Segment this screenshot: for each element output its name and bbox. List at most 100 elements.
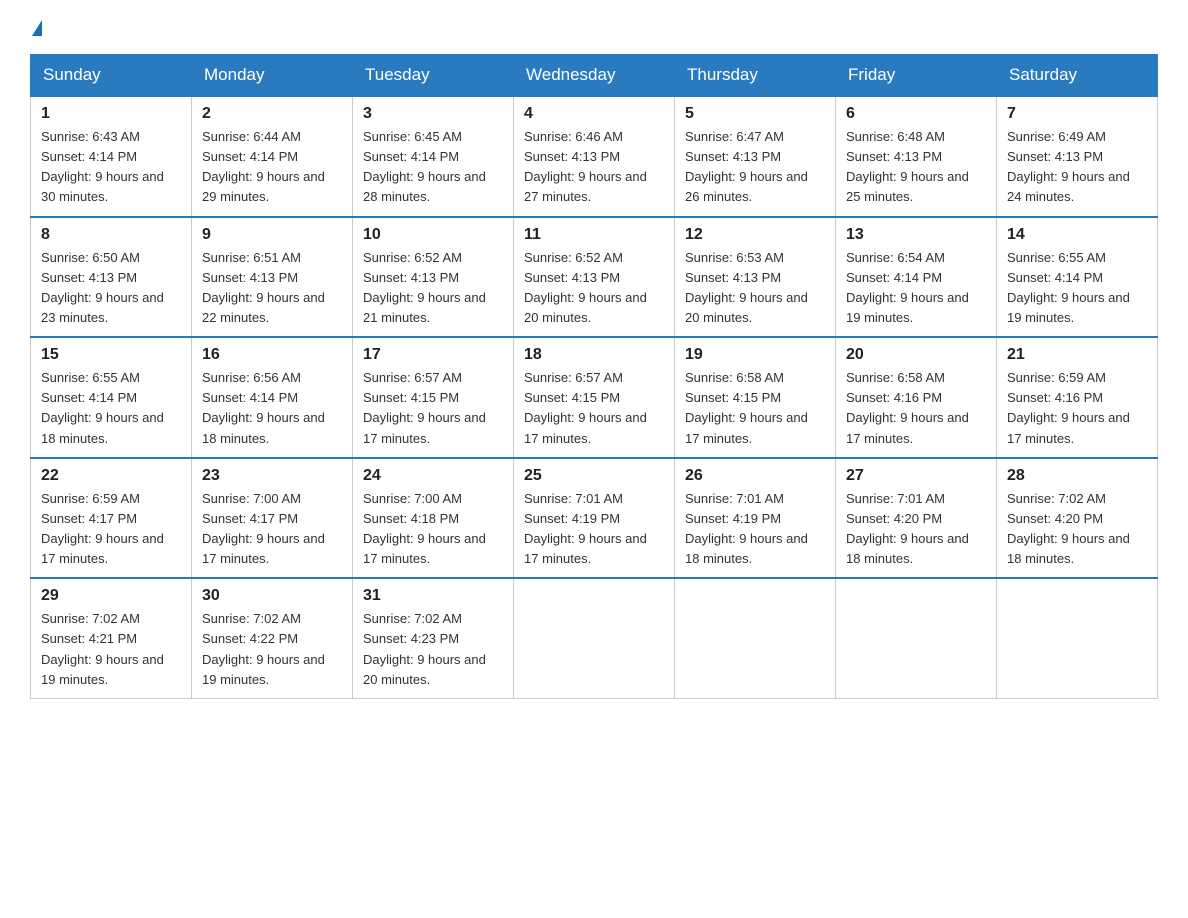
day-info: Sunrise: 7:02 AMSunset: 4:21 PMDaylight:… [41, 611, 164, 686]
day-number: 28 [1007, 467, 1147, 485]
calendar-cell: 3 Sunrise: 6:45 AMSunset: 4:14 PMDayligh… [353, 96, 514, 217]
calendar-cell [514, 578, 675, 698]
weekday-header-row: SundayMondayTuesdayWednesdayThursdayFrid… [31, 55, 1158, 97]
day-number: 4 [524, 105, 664, 123]
calendar-cell: 20 Sunrise: 6:58 AMSunset: 4:16 PMDaylig… [836, 337, 997, 458]
day-number: 18 [524, 346, 664, 364]
calendar-cell: 15 Sunrise: 6:55 AMSunset: 4:14 PMDaylig… [31, 337, 192, 458]
day-number: 15 [41, 346, 181, 364]
day-number: 31 [363, 587, 503, 605]
day-info: Sunrise: 6:43 AMSunset: 4:14 PMDaylight:… [41, 129, 164, 204]
calendar-cell: 25 Sunrise: 7:01 AMSunset: 4:19 PMDaylig… [514, 458, 675, 579]
weekday-header-tuesday: Tuesday [353, 55, 514, 97]
day-number: 20 [846, 346, 986, 364]
day-info: Sunrise: 7:00 AMSunset: 4:18 PMDaylight:… [363, 491, 486, 566]
calendar-cell: 10 Sunrise: 6:52 AMSunset: 4:13 PMDaylig… [353, 217, 514, 338]
day-info: Sunrise: 6:54 AMSunset: 4:14 PMDaylight:… [846, 250, 969, 325]
weekday-header-thursday: Thursday [675, 55, 836, 97]
calendar-cell [675, 578, 836, 698]
calendar-week-row: 8 Sunrise: 6:50 AMSunset: 4:13 PMDayligh… [31, 217, 1158, 338]
day-number: 23 [202, 467, 342, 485]
day-info: Sunrise: 6:55 AMSunset: 4:14 PMDaylight:… [41, 370, 164, 445]
calendar-cell [836, 578, 997, 698]
day-info: Sunrise: 7:01 AMSunset: 4:19 PMDaylight:… [524, 491, 647, 566]
calendar-cell: 30 Sunrise: 7:02 AMSunset: 4:22 PMDaylig… [192, 578, 353, 698]
day-info: Sunrise: 7:01 AMSunset: 4:19 PMDaylight:… [685, 491, 808, 566]
day-info: Sunrise: 6:52 AMSunset: 4:13 PMDaylight:… [363, 250, 486, 325]
weekday-header-wednesday: Wednesday [514, 55, 675, 97]
calendar-cell: 1 Sunrise: 6:43 AMSunset: 4:14 PMDayligh… [31, 96, 192, 217]
day-info: Sunrise: 7:02 AMSunset: 4:22 PMDaylight:… [202, 611, 325, 686]
weekday-header-saturday: Saturday [997, 55, 1158, 97]
day-number: 2 [202, 105, 342, 123]
day-info: Sunrise: 6:47 AMSunset: 4:13 PMDaylight:… [685, 129, 808, 204]
logo-triangle-icon [32, 20, 42, 36]
calendar-cell: 28 Sunrise: 7:02 AMSunset: 4:20 PMDaylig… [997, 458, 1158, 579]
day-number: 21 [1007, 346, 1147, 364]
day-info: Sunrise: 6:51 AMSunset: 4:13 PMDaylight:… [202, 250, 325, 325]
day-info: Sunrise: 6:44 AMSunset: 4:14 PMDaylight:… [202, 129, 325, 204]
day-number: 8 [41, 226, 181, 244]
weekday-header-sunday: Sunday [31, 55, 192, 97]
day-info: Sunrise: 6:50 AMSunset: 4:13 PMDaylight:… [41, 250, 164, 325]
calendar-cell: 14 Sunrise: 6:55 AMSunset: 4:14 PMDaylig… [997, 217, 1158, 338]
calendar-cell: 12 Sunrise: 6:53 AMSunset: 4:13 PMDaylig… [675, 217, 836, 338]
calendar-cell: 16 Sunrise: 6:56 AMSunset: 4:14 PMDaylig… [192, 337, 353, 458]
day-info: Sunrise: 7:01 AMSunset: 4:20 PMDaylight:… [846, 491, 969, 566]
day-number: 13 [846, 226, 986, 244]
day-info: Sunrise: 6:57 AMSunset: 4:15 PMDaylight:… [363, 370, 486, 445]
calendar-week-row: 22 Sunrise: 6:59 AMSunset: 4:17 PMDaylig… [31, 458, 1158, 579]
day-info: Sunrise: 6:59 AMSunset: 4:16 PMDaylight:… [1007, 370, 1130, 445]
day-info: Sunrise: 6:46 AMSunset: 4:13 PMDaylight:… [524, 129, 647, 204]
day-info: Sunrise: 6:48 AMSunset: 4:13 PMDaylight:… [846, 129, 969, 204]
day-number: 25 [524, 467, 664, 485]
day-info: Sunrise: 7:02 AMSunset: 4:20 PMDaylight:… [1007, 491, 1130, 566]
day-info: Sunrise: 6:56 AMSunset: 4:14 PMDaylight:… [202, 370, 325, 445]
day-info: Sunrise: 6:53 AMSunset: 4:13 PMDaylight:… [685, 250, 808, 325]
day-info: Sunrise: 6:58 AMSunset: 4:15 PMDaylight:… [685, 370, 808, 445]
calendar-cell: 4 Sunrise: 6:46 AMSunset: 4:13 PMDayligh… [514, 96, 675, 217]
header [30, 20, 1158, 36]
calendar-cell: 26 Sunrise: 7:01 AMSunset: 4:19 PMDaylig… [675, 458, 836, 579]
calendar-cell: 17 Sunrise: 6:57 AMSunset: 4:15 PMDaylig… [353, 337, 514, 458]
calendar-week-row: 29 Sunrise: 7:02 AMSunset: 4:21 PMDaylig… [31, 578, 1158, 698]
day-number: 24 [363, 467, 503, 485]
day-number: 5 [685, 105, 825, 123]
calendar-cell: 24 Sunrise: 7:00 AMSunset: 4:18 PMDaylig… [353, 458, 514, 579]
calendar-cell: 22 Sunrise: 6:59 AMSunset: 4:17 PMDaylig… [31, 458, 192, 579]
day-number: 11 [524, 226, 664, 244]
weekday-header-friday: Friday [836, 55, 997, 97]
calendar-week-row: 15 Sunrise: 6:55 AMSunset: 4:14 PMDaylig… [31, 337, 1158, 458]
calendar-week-row: 1 Sunrise: 6:43 AMSunset: 4:14 PMDayligh… [31, 96, 1158, 217]
day-info: Sunrise: 6:58 AMSunset: 4:16 PMDaylight:… [846, 370, 969, 445]
calendar-cell: 18 Sunrise: 6:57 AMSunset: 4:15 PMDaylig… [514, 337, 675, 458]
day-info: Sunrise: 6:45 AMSunset: 4:14 PMDaylight:… [363, 129, 486, 204]
day-info: Sunrise: 6:52 AMSunset: 4:13 PMDaylight:… [524, 250, 647, 325]
day-number: 22 [41, 467, 181, 485]
calendar-cell: 21 Sunrise: 6:59 AMSunset: 4:16 PMDaylig… [997, 337, 1158, 458]
weekday-header-monday: Monday [192, 55, 353, 97]
calendar-cell: 5 Sunrise: 6:47 AMSunset: 4:13 PMDayligh… [675, 96, 836, 217]
calendar-cell [997, 578, 1158, 698]
day-number: 26 [685, 467, 825, 485]
calendar-cell: 9 Sunrise: 6:51 AMSunset: 4:13 PMDayligh… [192, 217, 353, 338]
day-number: 3 [363, 105, 503, 123]
day-number: 6 [846, 105, 986, 123]
day-number: 14 [1007, 226, 1147, 244]
calendar-cell: 8 Sunrise: 6:50 AMSunset: 4:13 PMDayligh… [31, 217, 192, 338]
calendar-cell: 6 Sunrise: 6:48 AMSunset: 4:13 PMDayligh… [836, 96, 997, 217]
calendar-cell: 13 Sunrise: 6:54 AMSunset: 4:14 PMDaylig… [836, 217, 997, 338]
day-number: 16 [202, 346, 342, 364]
calendar-table: SundayMondayTuesdayWednesdayThursdayFrid… [30, 54, 1158, 699]
calendar-cell: 29 Sunrise: 7:02 AMSunset: 4:21 PMDaylig… [31, 578, 192, 698]
calendar-cell: 2 Sunrise: 6:44 AMSunset: 4:14 PMDayligh… [192, 96, 353, 217]
day-number: 27 [846, 467, 986, 485]
calendar-cell: 23 Sunrise: 7:00 AMSunset: 4:17 PMDaylig… [192, 458, 353, 579]
day-number: 19 [685, 346, 825, 364]
day-info: Sunrise: 7:02 AMSunset: 4:23 PMDaylight:… [363, 611, 486, 686]
day-number: 9 [202, 226, 342, 244]
day-number: 1 [41, 105, 181, 123]
day-number: 29 [41, 587, 181, 605]
day-info: Sunrise: 6:59 AMSunset: 4:17 PMDaylight:… [41, 491, 164, 566]
day-number: 10 [363, 226, 503, 244]
